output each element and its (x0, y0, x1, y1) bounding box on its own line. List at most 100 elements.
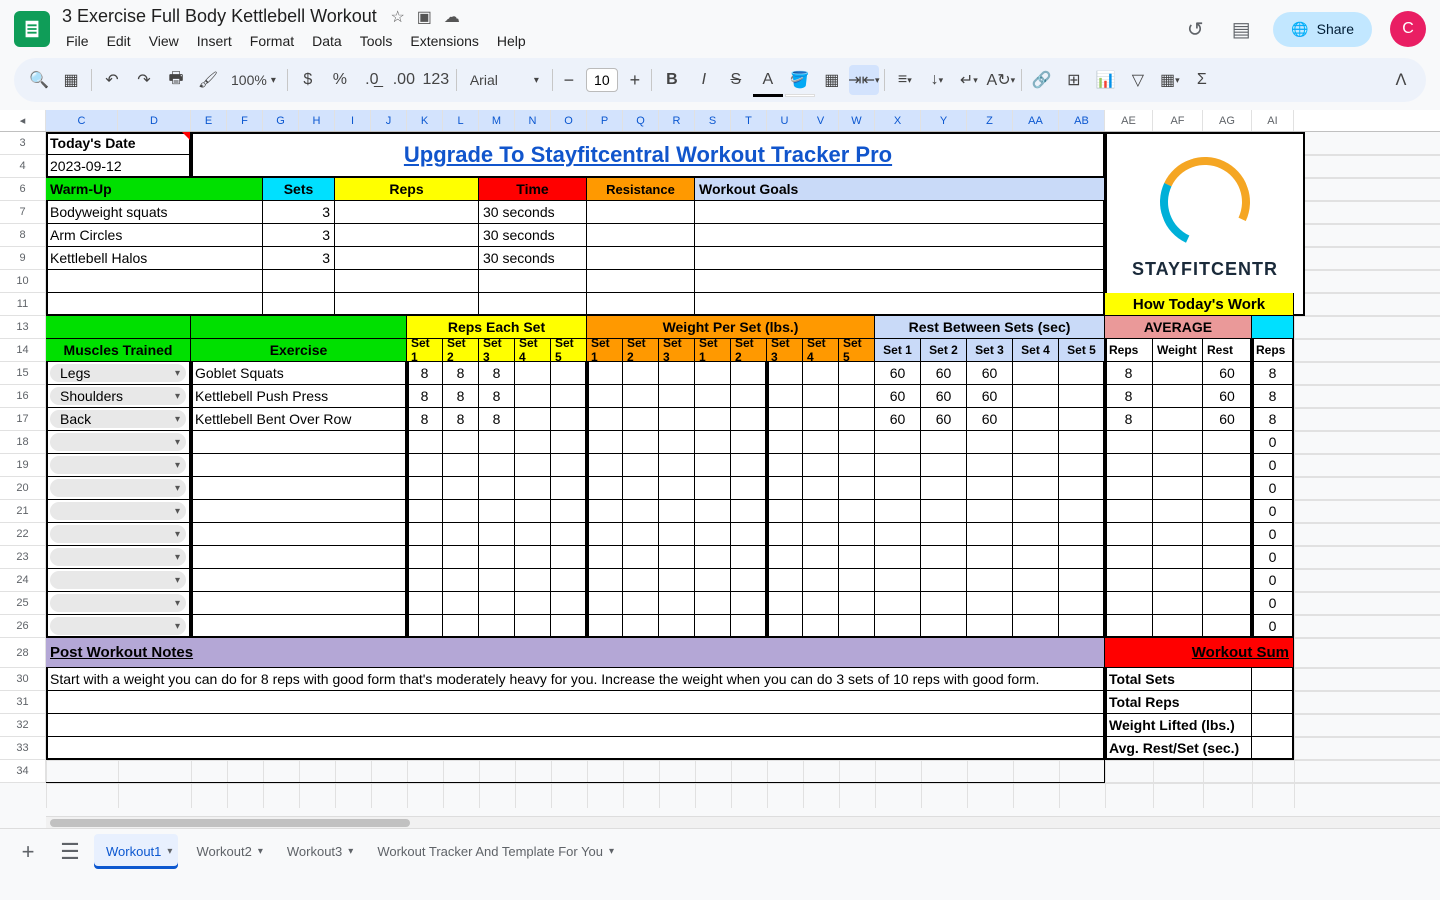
col-header[interactable]: AI (1252, 110, 1294, 131)
muscle-select[interactable]: ▾ (46, 592, 191, 615)
sheet-tab-workout3[interactable]: Workout3▾ (275, 834, 359, 869)
col-header[interactable]: X (875, 110, 921, 131)
more-formats-icon[interactable]: 123 (421, 65, 451, 95)
col-header[interactable]: V (803, 110, 839, 131)
row-header[interactable]: 14 (0, 339, 46, 361)
rotate-icon[interactable]: A↻ ▾ (986, 65, 1016, 95)
collapse-icon[interactable]: ᐱ (1386, 65, 1416, 95)
muscle-select[interactable]: Shoulders▾ (46, 385, 191, 408)
strike-icon[interactable]: S (721, 65, 751, 95)
comments-icon[interactable]: ▤ (1227, 15, 1255, 43)
bold-icon[interactable]: B (657, 65, 687, 95)
menu-edit[interactable]: Edit (99, 30, 139, 52)
horizontal-scrollbar[interactable] (46, 816, 1440, 828)
muscle-select[interactable]: Legs▾ (46, 362, 191, 385)
col-header[interactable]: AB (1059, 110, 1105, 131)
row-header[interactable]: 28 (0, 638, 46, 667)
col-header[interactable]: W (839, 110, 875, 131)
row-header[interactable]: 16 (0, 385, 46, 407)
row-header[interactable]: 18 (0, 431, 46, 453)
decrease-decimal-icon[interactable]: .0̲ (357, 65, 387, 95)
sheet-tab-workout1[interactable]: Workout1▾ (94, 834, 178, 869)
col-header[interactable]: T (731, 110, 767, 131)
move-icon[interactable]: ▣ (417, 7, 432, 27)
col-header[interactable]: L (443, 110, 479, 131)
col-header[interactable]: Q (623, 110, 659, 131)
col-header[interactable]: I (335, 110, 371, 131)
col-header[interactable]: U (767, 110, 803, 131)
upgrade-link[interactable]: Upgrade To Stayfitcentral Workout Tracke… (191, 132, 1105, 178)
col-header[interactable]: Z (967, 110, 1013, 131)
paint-format-icon[interactable]: 🖌 (193, 65, 223, 95)
col-header[interactable]: D (118, 110, 191, 131)
row-header[interactable]: 17 (0, 408, 46, 430)
account-avatar[interactable]: C (1390, 11, 1426, 47)
row-header[interactable]: 6 (0, 178, 46, 200)
italic-icon[interactable]: I (689, 65, 719, 95)
muscle-select[interactable]: Back▾ (46, 408, 191, 431)
row-header[interactable]: 13 (0, 316, 46, 338)
sheets-logo[interactable] (14, 11, 50, 47)
row-header[interactable]: 26 (0, 615, 46, 637)
filter-icon[interactable]: ▽ (1123, 65, 1153, 95)
col-header[interactable]: AG (1203, 110, 1252, 131)
row-header[interactable]: 32 (0, 714, 46, 736)
col-header[interactable]: H (299, 110, 335, 131)
menu-format[interactable]: Format (242, 30, 302, 52)
menu-insert[interactable]: Insert (189, 30, 240, 52)
muscle-select[interactable]: ▾ (46, 500, 191, 523)
col-header[interactable]: M (479, 110, 515, 131)
redo-icon[interactable]: ↷ (129, 65, 159, 95)
increase-decimal-icon[interactable]: .00 (389, 65, 419, 95)
col-header[interactable]: P (587, 110, 623, 131)
percent-icon[interactable]: % (325, 65, 355, 95)
cloud-icon[interactable]: ☁ (444, 7, 460, 27)
decrease-font-icon[interactable]: − (558, 69, 580, 91)
row-header[interactable]: 11 (0, 293, 46, 315)
print-area-icon[interactable]: ▦ (56, 65, 86, 95)
col-header[interactable]: N (515, 110, 551, 131)
muscle-select[interactable]: ▾ (46, 523, 191, 546)
muscle-select[interactable]: ▾ (46, 615, 191, 638)
scroll-left-icon[interactable]: ◂ (0, 110, 46, 131)
row-header[interactable]: 21 (0, 500, 46, 522)
col-header[interactable]: J (371, 110, 407, 131)
currency-icon[interactable]: $ (293, 65, 323, 95)
increase-font-icon[interactable]: + (624, 69, 646, 91)
chart-icon[interactable]: 📊 (1091, 65, 1121, 95)
wrap-icon[interactable]: ↵ ▾ (954, 65, 984, 95)
filter-views-icon[interactable]: ▦ ▾ (1155, 65, 1185, 95)
row-header[interactable]: 3 (0, 132, 46, 154)
text-color-icon[interactable]: A (753, 65, 783, 95)
zoom-select[interactable]: 100%▾ (225, 72, 282, 88)
link-icon[interactable]: 🔗 (1027, 65, 1057, 95)
col-header[interactable]: S (695, 110, 731, 131)
col-header[interactable]: AF (1153, 110, 1203, 131)
muscle-select[interactable]: ▾ (46, 477, 191, 500)
menu-tools[interactable]: Tools (352, 30, 401, 52)
menu-extensions[interactable]: Extensions (402, 30, 486, 52)
row-header[interactable]: 4 (0, 155, 46, 177)
row-header[interactable]: 24 (0, 569, 46, 591)
sheet-tab-template[interactable]: Workout Tracker And Template For You▾ (365, 834, 620, 869)
document-title[interactable]: 3 Exercise Full Body Kettlebell Workout (58, 4, 381, 28)
col-header[interactable]: O (551, 110, 587, 131)
row-header[interactable]: 8 (0, 224, 46, 246)
comment-icon[interactable]: ⊞ (1059, 65, 1089, 95)
col-header[interactable]: F (227, 110, 263, 131)
col-header[interactable]: Y (921, 110, 967, 131)
row-header[interactable]: 15 (0, 362, 46, 384)
col-header[interactable]: C (46, 110, 118, 131)
menu-view[interactable]: View (141, 30, 187, 52)
row-header[interactable]: 20 (0, 477, 46, 499)
row-header[interactable]: 25 (0, 592, 46, 614)
borders-icon[interactable]: ▦ (817, 65, 847, 95)
undo-icon[interactable]: ↶ (97, 65, 127, 95)
share-button[interactable]: 🌐 Share (1273, 12, 1372, 47)
row-header[interactable]: 7 (0, 201, 46, 223)
valign-icon[interactable]: ↓ ▾ (922, 65, 952, 95)
align-icon[interactable]: ≡ ▾ (890, 65, 920, 95)
menu-data[interactable]: Data (304, 30, 350, 52)
row-header[interactable]: 9 (0, 247, 46, 269)
row-header[interactable]: 31 (0, 691, 46, 713)
